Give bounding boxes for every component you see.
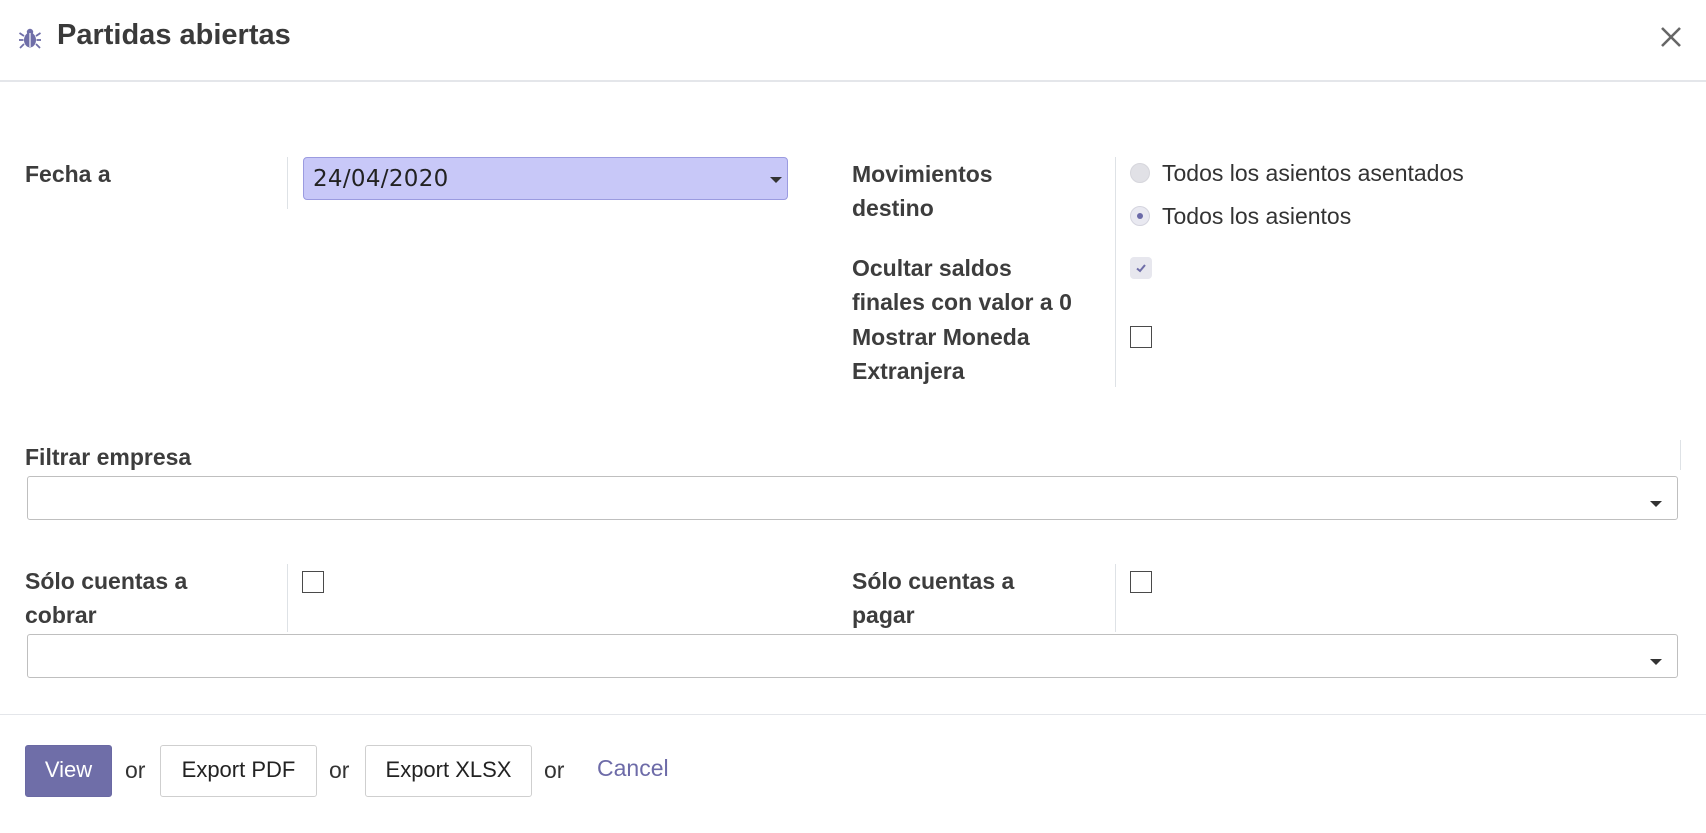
partner-select[interactable] [27, 634, 1678, 678]
close-icon[interactable] [1654, 20, 1688, 54]
separator [287, 157, 288, 209]
solo-pagar-checkbox[interactable] [1130, 571, 1152, 593]
filtrar-empresa-label: Filtrar empresa [25, 444, 192, 470]
separator [1115, 157, 1116, 387]
movimientos-destino-label-line2: destino [852, 195, 934, 221]
fecha-a-date-input[interactable]: 24/04/2020 [303, 157, 788, 200]
fecha-a-value: 24/04/2020 [313, 166, 449, 192]
radio-todos-asentados-label[interactable]: Todos los asientos asentados [1162, 160, 1464, 187]
chevron-down-icon [1650, 659, 1662, 665]
movimientos-destino-label: Movimientos destino [852, 157, 993, 225]
separator [287, 564, 288, 632]
separator [1115, 564, 1116, 632]
ocultar-saldos-checkbox[interactable] [1130, 257, 1152, 279]
dialog-title: Partidas abiertas [57, 19, 291, 51]
check-icon [1136, 264, 1146, 273]
chevron-down-icon [770, 177, 782, 183]
bug-icon [19, 28, 41, 49]
ocultar-saldos-label: Ocultar saldos finales con valor a 0 [852, 251, 1072, 319]
mostrar-moneda-checkbox[interactable] [1130, 326, 1152, 348]
cancel-link[interactable]: Cancel [597, 755, 669, 782]
ocultar-saldos-label-line2: finales con valor a 0 [852, 289, 1072, 315]
or-text: or [544, 757, 565, 783]
mostrar-moneda-label-line2: Extranjera [852, 358, 965, 384]
solo-cobrar-label: Sólo cuentas a cobrar [25, 564, 187, 632]
export-xlsx-button[interactable]: Export XLSX [365, 745, 532, 797]
footer-divider [0, 714, 1706, 715]
solo-pagar-label-line2: pagar [852, 602, 915, 628]
solo-cobrar-checkbox[interactable] [302, 571, 324, 593]
ocultar-saldos-label-line1: Ocultar saldos [852, 255, 1012, 281]
chevron-down-icon [1650, 501, 1662, 507]
or-text: or [125, 757, 146, 783]
export-pdf-button[interactable]: Export PDF [160, 745, 317, 797]
radio-todos-asientos-label[interactable]: Todos los asientos [1162, 203, 1351, 230]
separator [1680, 440, 1681, 470]
mostrar-moneda-label-line1: Mostrar Moneda [852, 324, 1030, 350]
solo-pagar-label-line1: Sólo cuentas a [852, 568, 1015, 594]
radio-todos-asientos[interactable] [1130, 206, 1150, 226]
solo-pagar-label: Sólo cuentas a pagar [852, 564, 1014, 632]
fecha-a-label: Fecha a [25, 161, 111, 187]
radio-todos-asentados[interactable] [1130, 163, 1150, 183]
or-text: or [329, 757, 350, 783]
view-button[interactable]: View [25, 745, 112, 797]
movimientos-destino-label-line1: Movimientos [852, 161, 993, 187]
mostrar-moneda-label: Mostrar Moneda Extranjera [852, 320, 1030, 388]
filtrar-empresa-select[interactable] [27, 476, 1678, 520]
solo-cobrar-label-line2: cobrar [25, 602, 97, 628]
solo-cobrar-label-line1: Sólo cuentas a [25, 568, 188, 594]
